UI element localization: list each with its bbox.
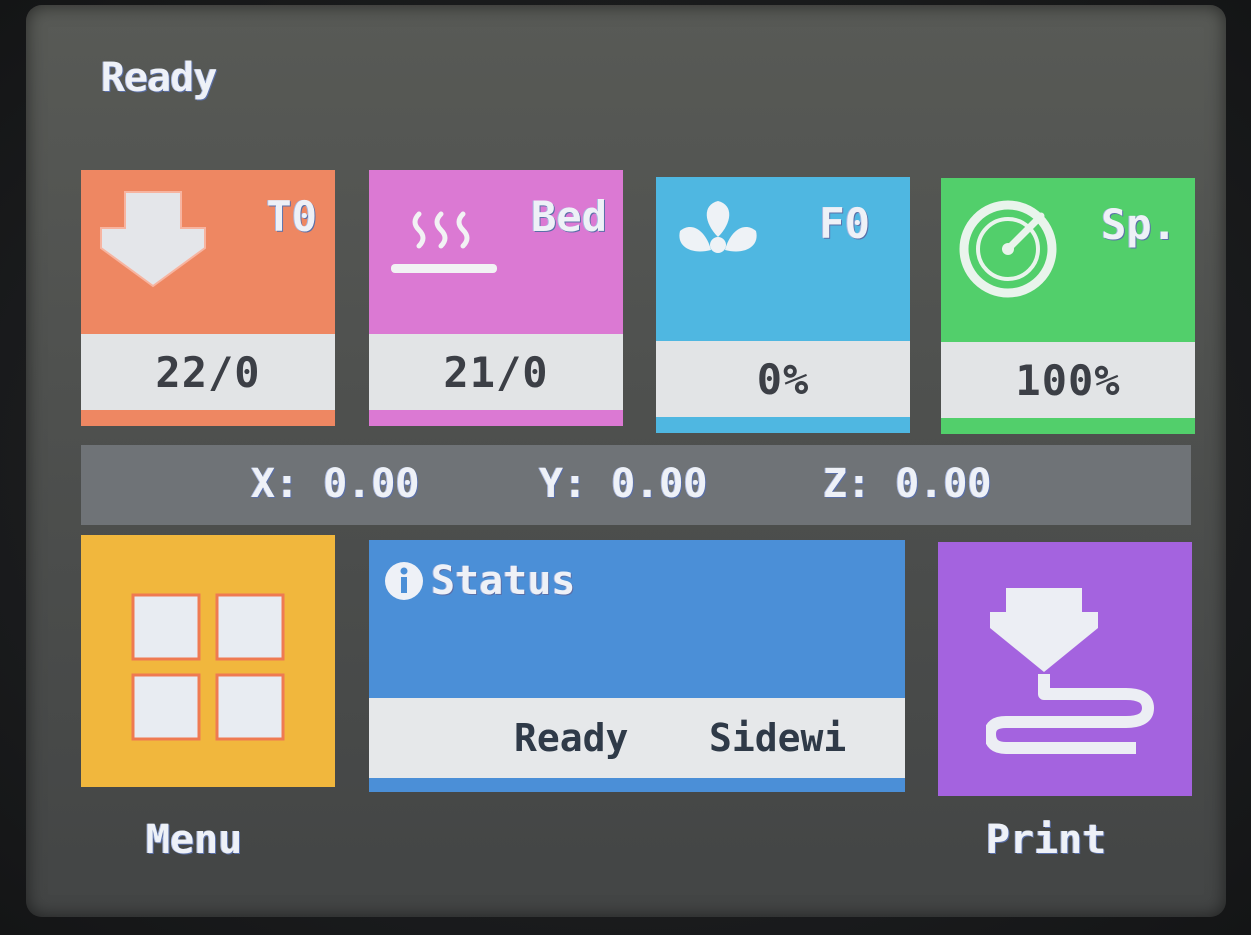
speed-label: Sp. [1101, 200, 1177, 249]
fan-label: F0 [819, 199, 870, 248]
z-coordinate: Z: 0.00 [823, 461, 992, 507]
fan-icon [679, 201, 757, 253]
bed-heat-icon [391, 211, 497, 273]
bed-temp-value: 21/0 [369, 334, 623, 410]
hotend-temp-value: 22/0 [81, 334, 335, 410]
grid-icon [131, 593, 285, 741]
bed-tile[interactable]: Bed 21/0 [369, 170, 623, 426]
speedometer-icon [959, 200, 1057, 298]
fan-speed-value: 0% [656, 341, 910, 417]
coordinates-bar: X: 0.00 Y: 0.00 Z: 0.00 [81, 445, 1191, 525]
info-icon [385, 562, 423, 600]
status-message-bar: Ready Sidewi [369, 698, 905, 778]
status-message-scroll: Sidewi [709, 716, 847, 760]
print-icon [986, 588, 1154, 754]
menu-button[interactable] [81, 535, 335, 787]
status-panel-header: Status [383, 558, 576, 604]
y-coordinate: Y: 0.00 [539, 461, 708, 507]
status-message-ready: Ready [514, 716, 629, 760]
menu-label: Menu [146, 817, 243, 863]
bed-label: Bed [531, 192, 607, 241]
lcd-screen: Ready T0 22/0 Bed 21/0 F0 0% Sp. 100% X:… [26, 5, 1226, 917]
x-coordinate: X: 0.00 [251, 461, 420, 507]
status-panel[interactable]: Status Ready Sidewi [369, 540, 905, 792]
print-button[interactable] [938, 542, 1192, 796]
speed-percent-value: 100% [941, 342, 1195, 418]
hotend-tile[interactable]: T0 22/0 [81, 170, 335, 426]
fan-tile[interactable]: F0 0% [656, 177, 910, 433]
print-label: Print [986, 817, 1107, 863]
status-panel-title: Status [431, 558, 576, 604]
nozzle-icon [100, 191, 206, 288]
speed-tile[interactable]: Sp. 100% [941, 178, 1195, 434]
status-title: Ready [101, 55, 217, 101]
hotend-label: T0 [266, 192, 317, 241]
